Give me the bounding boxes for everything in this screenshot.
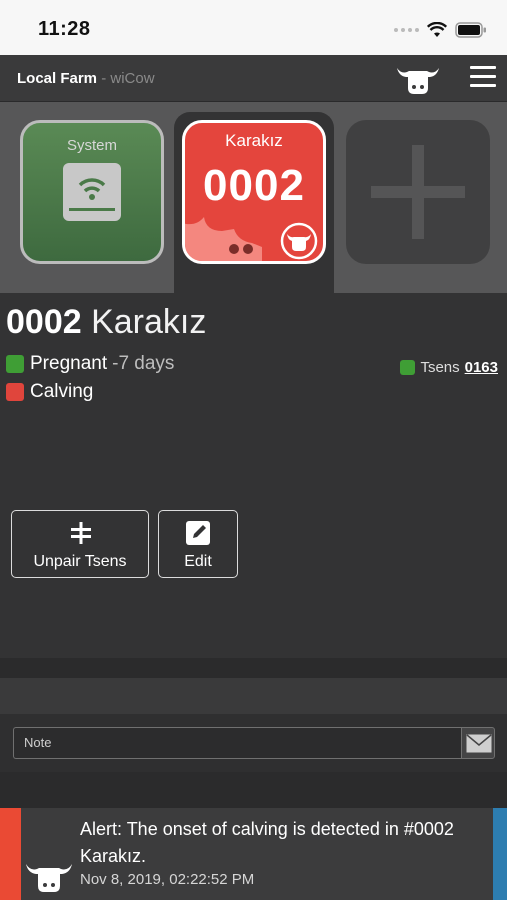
- cow-card-selected[interactable]: Karakız 0002: [182, 120, 326, 264]
- calving-cow-icon: [185, 217, 318, 261]
- envelope-icon: [466, 734, 492, 753]
- system-card-label: System: [66, 137, 117, 154]
- spacer-band: [0, 772, 507, 808]
- farm-title[interactable]: Local Farm - wiCow: [17, 70, 155, 87]
- tsens-info: Tsens 0163: [400, 359, 498, 376]
- farm-name: Local Farm: [17, 70, 98, 87]
- unpair-tsens-button[interactable]: Unpair Tsens: [11, 510, 149, 578]
- status-time: 11:28: [38, 18, 91, 40]
- app-name: - wiCow: [97, 70, 155, 87]
- router-wifi-icon: [63, 163, 121, 221]
- cow-alert-icon: [26, 864, 72, 892]
- tsens-id-link[interactable]: 0163: [465, 359, 498, 376]
- alert-severity-stripe: [0, 808, 21, 900]
- spacer-band: [0, 678, 507, 714]
- status-label: Calving: [30, 381, 94, 402]
- edit-icon: [186, 521, 210, 545]
- edit-label: Edit: [184, 553, 212, 570]
- status-color-indicator: [6, 355, 24, 373]
- cow-number: 0002: [6, 303, 82, 341]
- tsens-label: Tsens: [420, 359, 460, 376]
- divider: [0, 658, 507, 678]
- cow-card-name: Karakız: [225, 131, 283, 150]
- status-label: Pregnant: [30, 353, 108, 374]
- system-card[interactable]: System: [20, 120, 164, 264]
- send-note-button[interactable]: [461, 727, 495, 759]
- cow-detail-panel: 0002 Karakız Pregnant -7 days Calving Ts…: [0, 293, 507, 658]
- wifi-icon: [427, 22, 447, 37]
- app-header: Local Farm - wiCow: [0, 55, 507, 102]
- unpair-tsens-label: Unpair Tsens: [33, 553, 127, 570]
- note-input[interactable]: Note: [13, 727, 462, 759]
- cow-name: Karakız: [91, 303, 207, 341]
- alert-info-stripe: [493, 808, 507, 900]
- status-days: -7 days: [112, 353, 175, 374]
- unpair-icon: [71, 522, 91, 544]
- status-calving: Calving: [6, 381, 93, 403]
- status-color-indicator: [6, 383, 24, 401]
- battery-icon: [455, 22, 486, 38]
- signal-icon: [394, 28, 419, 32]
- cow-title: 0002 Karakız: [6, 303, 206, 342]
- alert-timestamp: Nov 8, 2019, 02:22:52 PM: [80, 871, 255, 888]
- cow-logo-icon[interactable]: [395, 62, 441, 96]
- add-device-card[interactable]: [346, 120, 490, 264]
- status-pregnant: Pregnant -7 days: [6, 353, 174, 375]
- menu-icon[interactable]: [470, 66, 496, 90]
- tsens-status-indicator: [400, 360, 416, 375]
- status-icons: [394, 20, 487, 40]
- alert-notification[interactable]: Alert: The onset of calving is detected …: [0, 808, 507, 900]
- alert-message: Alert: The onset of calving is detected …: [80, 819, 454, 866]
- edit-button[interactable]: Edit: [158, 510, 238, 578]
- status-bar: 11:28: [0, 0, 507, 55]
